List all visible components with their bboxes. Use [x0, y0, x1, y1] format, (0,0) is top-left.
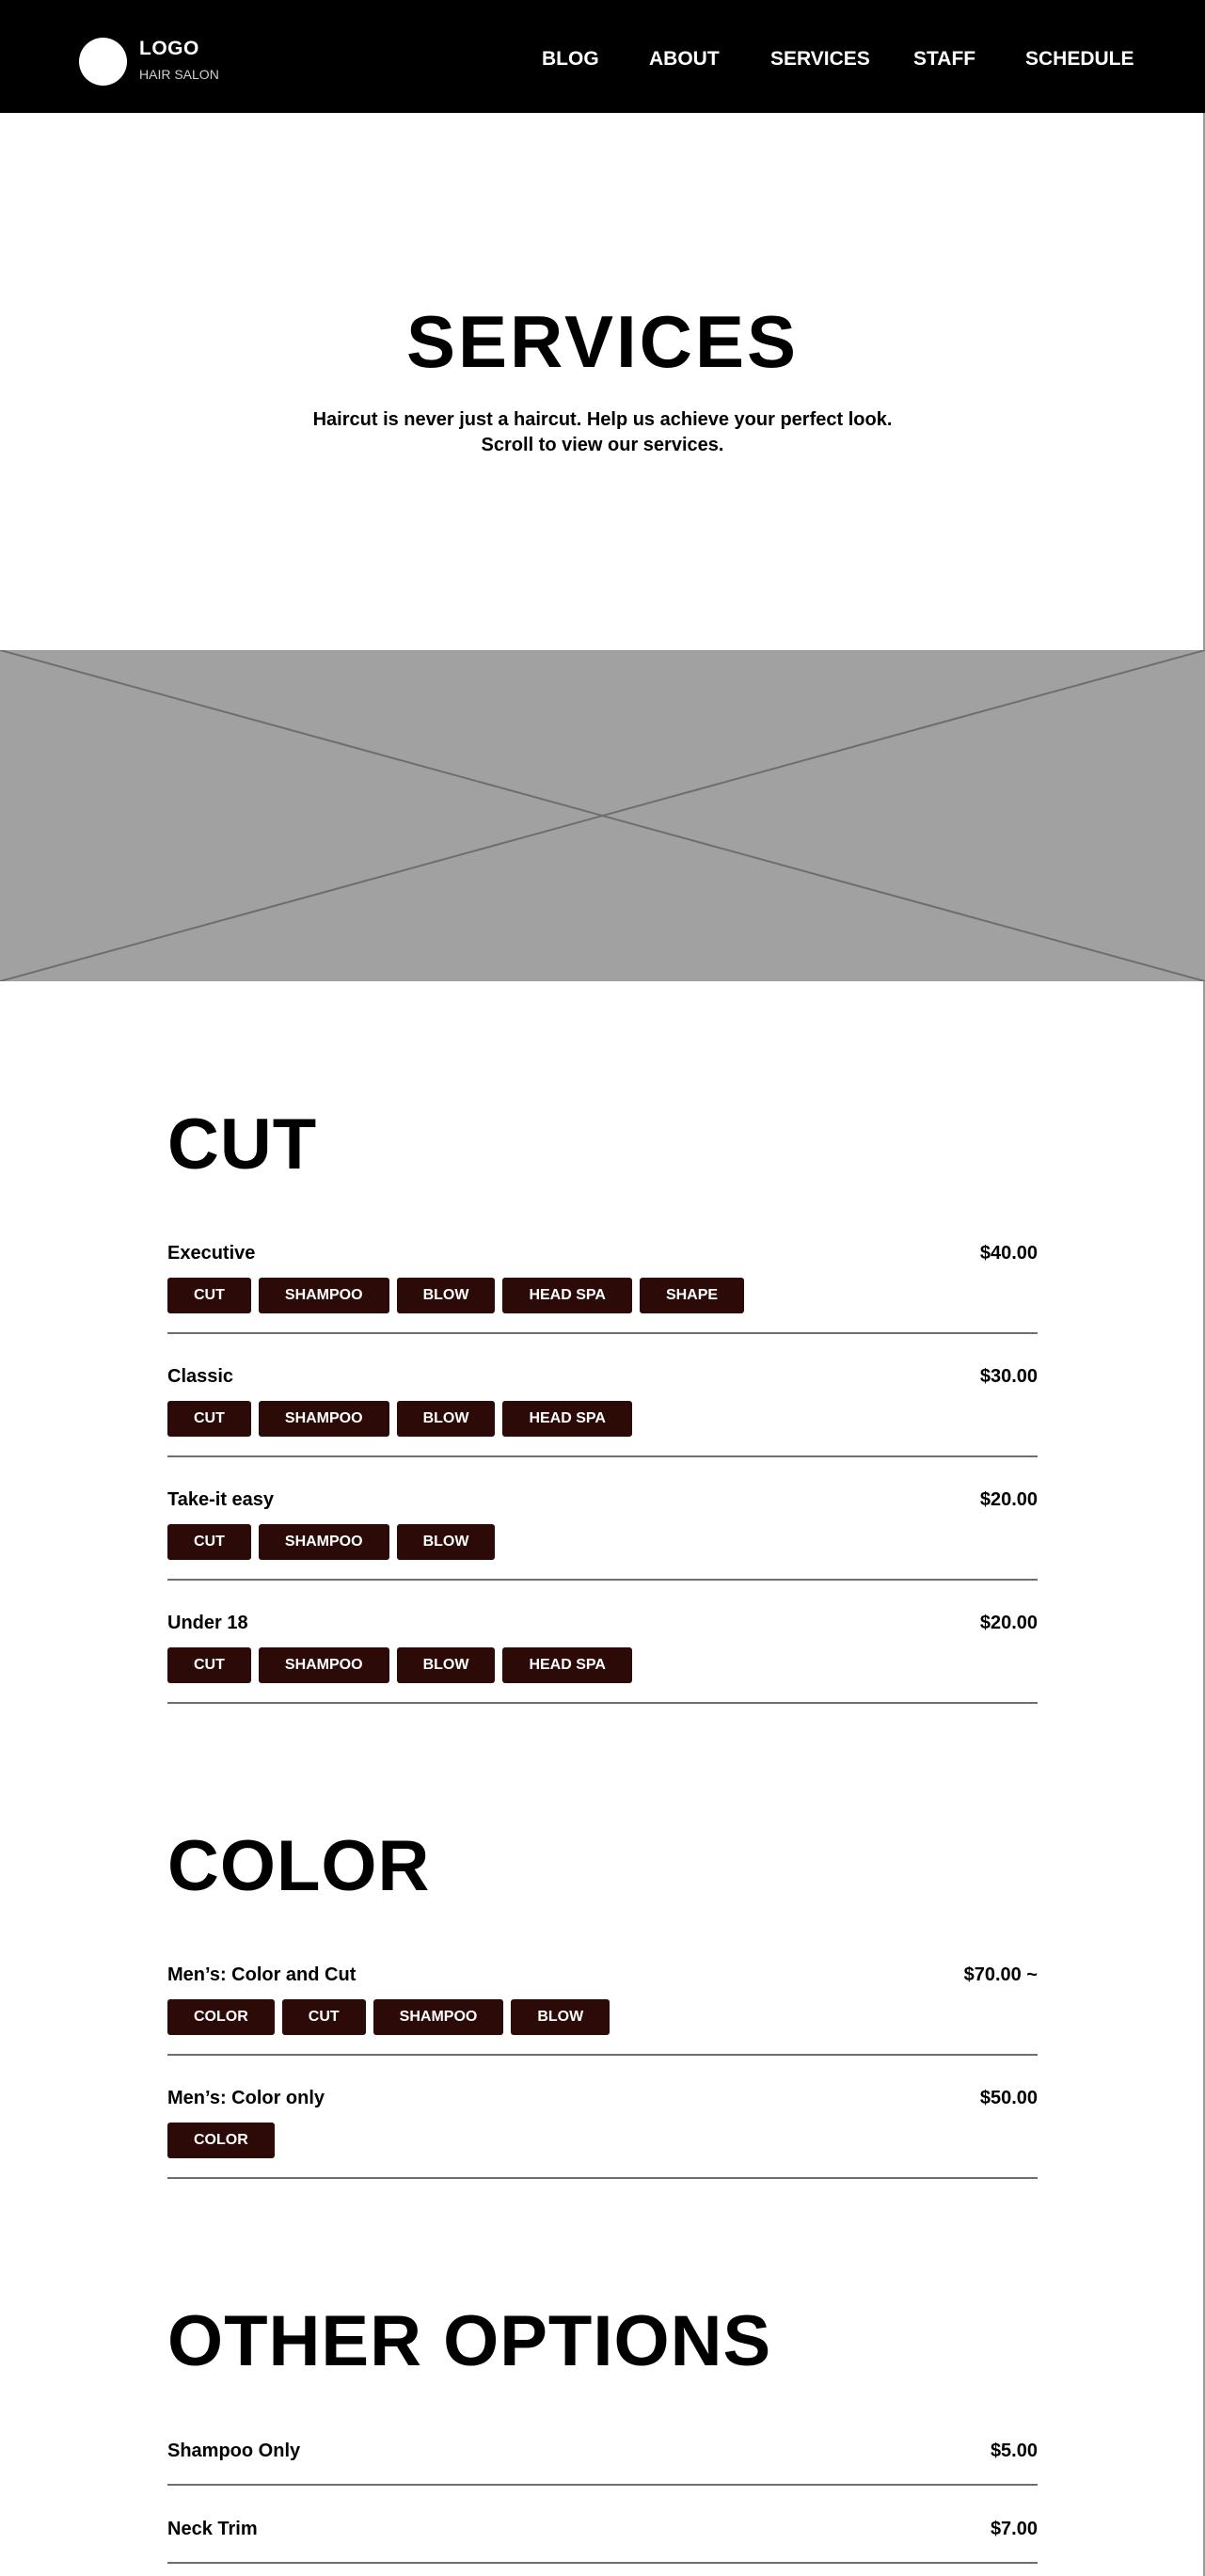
divider: [167, 2054, 1038, 2056]
divider: [167, 2562, 1038, 2564]
divider: [167, 1702, 1038, 1704]
tag: HEAD SPA: [502, 1278, 632, 1313]
service-price: $20.00: [979, 1489, 1038, 1510]
nav-staff[interactable]: STAFF: [913, 48, 975, 71]
tag: CUT: [167, 1524, 251, 1560]
tag: BLOW: [396, 1401, 496, 1437]
service-price: $5.00: [990, 2441, 1038, 2461]
service-price: $70.00 ~: [963, 1964, 1038, 1985]
service-tags: COLOR: [167, 2123, 275, 2158]
tag: BLOW: [396, 1278, 496, 1313]
tag: CUT: [167, 1647, 251, 1683]
service-price: $30.00: [979, 1366, 1038, 1387]
section-title-cut: CUT: [167, 1105, 318, 1185]
tag: HEAD SPA: [502, 1647, 632, 1683]
tag: SHAMPOO: [373, 1999, 504, 2035]
tag: SHAMPOO: [258, 1401, 389, 1437]
page-title: SERVICES: [405, 300, 800, 383]
tag: BLOW: [511, 1999, 610, 2035]
tag: COLOR: [167, 1999, 275, 2035]
tag: HEAD SPA: [502, 1401, 632, 1437]
divider: [167, 2177, 1038, 2179]
service-name: Shampoo Only: [167, 2441, 301, 2461]
section-title-color: COLOR: [167, 1826, 431, 1906]
service-name: Under 18: [167, 1613, 248, 1633]
service-name: Classic: [167, 1366, 234, 1387]
service-name: Executive: [167, 1243, 256, 1264]
tag: CUT: [167, 1278, 251, 1313]
image-placeholder: [0, 650, 1205, 981]
divider: [167, 1332, 1038, 1334]
placeholder-cross-icon: [0, 650, 1205, 981]
service-price: $50.00: [979, 2088, 1038, 2108]
service-tags: CUT SHAMPOO BLOW: [167, 1524, 496, 1560]
tag: BLOW: [396, 1524, 496, 1560]
site-header: LOGO HAIR SALON BLOG ABOUT SERVICES STAF…: [0, 0, 1205, 113]
tag: SHAPE: [639, 1278, 745, 1313]
tag: CUT: [281, 1999, 366, 2035]
service-name: Neck Trim: [167, 2519, 258, 2539]
page: LOGO HAIR SALON BLOG ABOUT SERVICES STAF…: [0, 0, 1205, 2576]
service-tags: CUT SHAMPOO BLOW HEAD SPA: [167, 1401, 632, 1437]
service-name: Take-it easy: [167, 1489, 275, 1510]
tag: COLOR: [167, 2123, 275, 2158]
subtitle-line-1: Haircut is never just a haircut. Help us…: [312, 409, 893, 430]
service-price: $20.00: [979, 1613, 1038, 1633]
nav-schedule[interactable]: SCHEDULE: [1025, 48, 1134, 71]
nav-about[interactable]: ABOUT: [649, 48, 720, 71]
service-price: $7.00: [990, 2519, 1038, 2539]
divider: [167, 1455, 1038, 1457]
logo-subtitle: HAIR SALON: [139, 67, 219, 82]
service-tags: CUT SHAMPOO BLOW HEAD SPA: [167, 1647, 632, 1683]
nav-services[interactable]: SERVICES: [770, 48, 870, 71]
service-name: Men’s: Color only: [167, 2088, 325, 2108]
logo-icon[interactable]: [79, 38, 127, 86]
tag: SHAMPOO: [258, 1278, 389, 1313]
logo-title[interactable]: LOGO: [139, 38, 199, 60]
nav-blog[interactable]: BLOG: [542, 48, 599, 71]
service-price: $40.00: [979, 1243, 1038, 1264]
tag: SHAMPOO: [258, 1524, 389, 1560]
tag: CUT: [167, 1401, 251, 1437]
page-subtitle: Haircut is never just a haircut. Help us…: [0, 407, 1205, 458]
service-name: Men’s: Color and Cut: [167, 1964, 357, 1985]
tag: BLOW: [396, 1647, 496, 1683]
service-tags: COLOR CUT SHAMPOO BLOW: [167, 1999, 610, 2035]
section-title-other-options: OTHER OPTIONS: [167, 2301, 772, 2381]
service-tags: CUT SHAMPOO BLOW HEAD SPA SHAPE: [167, 1278, 745, 1313]
divider: [167, 2484, 1038, 2486]
subtitle-line-2: Scroll to view our services.: [481, 435, 724, 455]
tag: SHAMPOO: [258, 1647, 389, 1683]
divider: [167, 1579, 1038, 1581]
